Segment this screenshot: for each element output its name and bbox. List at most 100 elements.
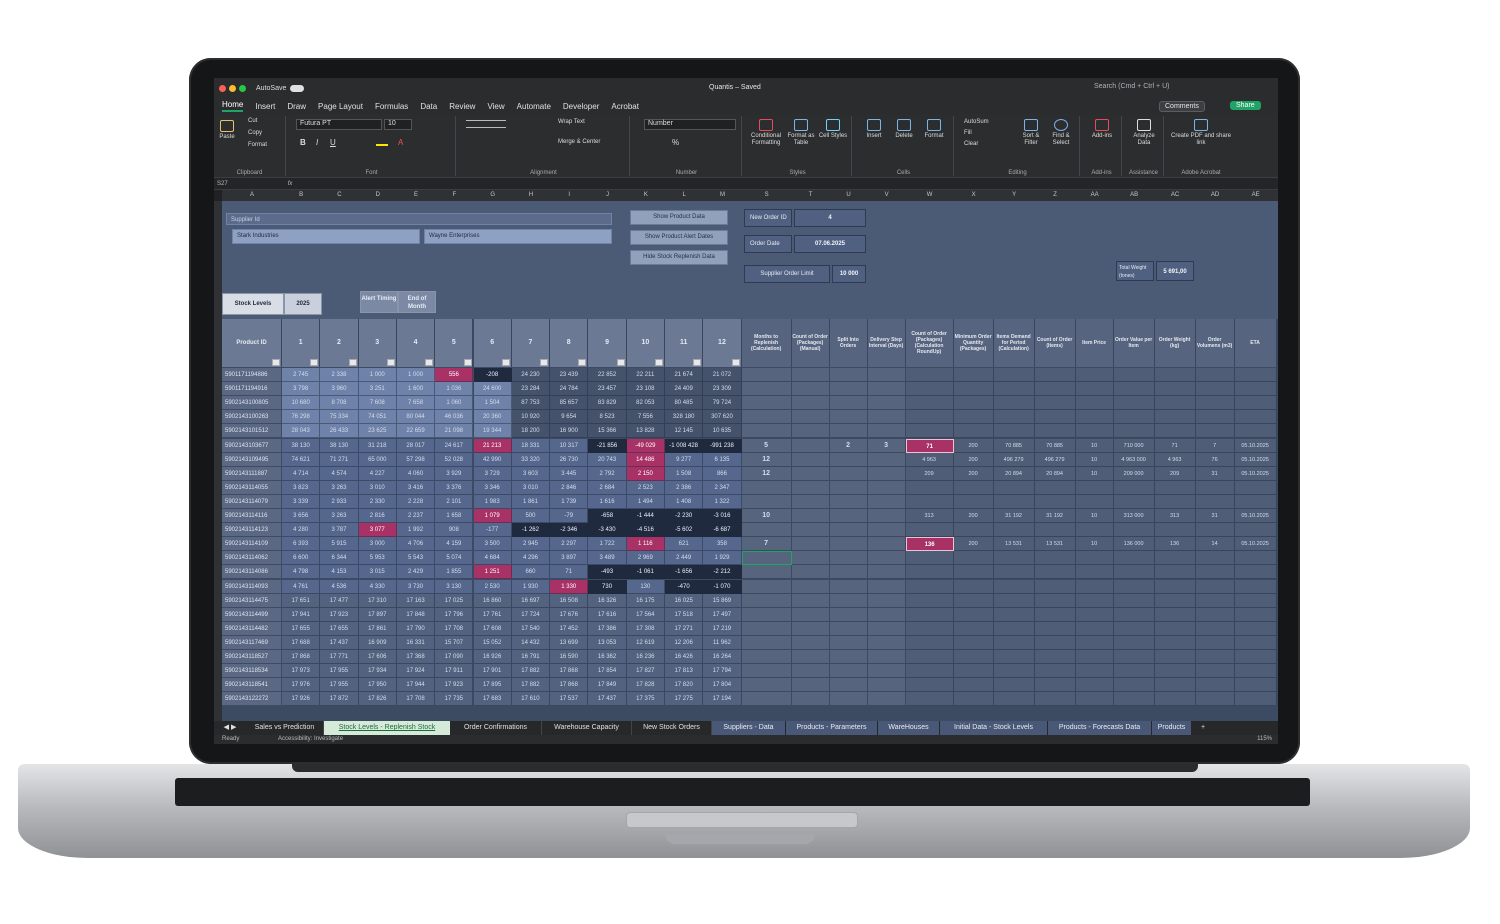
stock-cell[interactable]: 1 060 (435, 396, 474, 411)
calc-cell[interactable] (1154, 410, 1196, 425)
calc-cell[interactable]: 10 (1075, 466, 1114, 481)
stock-cell[interactable]: 16 697 (511, 593, 551, 608)
stock-cell[interactable]: 85 657 (550, 396, 589, 411)
calc-cell[interactable] (791, 494, 830, 509)
stock-cell[interactable]: 17 163 (396, 593, 436, 608)
stock-cell[interactable]: 2 347 (703, 480, 742, 495)
addins-button[interactable]: Add-ins (1086, 119, 1118, 140)
calc-cell[interactable] (1034, 579, 1076, 594)
calc-cell[interactable] (1234, 382, 1277, 397)
calc-cell[interactable] (1034, 664, 1076, 679)
stock-cell[interactable]: 17 911 (435, 664, 474, 679)
calc-cell[interactable] (953, 664, 994, 679)
column-header[interactable]: M (703, 192, 741, 198)
calc-cell[interactable] (867, 565, 906, 580)
calc-cell[interactable] (1113, 551, 1155, 566)
stock-cell[interactable]: 3 500 (473, 537, 512, 552)
calc-cell[interactable] (1154, 607, 1196, 622)
stock-cell[interactable]: 2 101 (435, 494, 474, 509)
calc-cell[interactable]: 31 192 (993, 509, 1035, 523)
calc-cell[interactable]: 313 (905, 509, 954, 523)
product-id-cell[interactable]: 5902143100805 (222, 396, 282, 411)
stock-cell[interactable]: 3 823 (282, 480, 321, 495)
calc-cell[interactable] (791, 452, 830, 467)
stock-cell[interactable]: 17 934 (358, 664, 397, 679)
menu-tab-formulas[interactable]: Formulas (375, 102, 408, 111)
autosave-toggle[interactable]: AutoSave (256, 85, 286, 92)
sheet-tab[interactable]: Order Confirmations (450, 721, 542, 735)
stock-cell[interactable]: 71 (550, 565, 589, 580)
calc-cell[interactable]: 200 (953, 438, 994, 453)
menu-tab-developer[interactable]: Developer (563, 102, 599, 111)
stock-cell[interactable]: 17 923 (320, 607, 359, 622)
stock-cell[interactable]: 17 606 (358, 650, 397, 664)
calc-cell[interactable] (867, 664, 906, 679)
stock-cell[interactable]: -177 (473, 523, 512, 538)
calc-cell[interactable] (829, 424, 868, 439)
merge-center-button[interactable]: Merge & Center (558, 139, 600, 146)
calc-cell[interactable] (1075, 480, 1114, 495)
calc-cell[interactable] (791, 438, 830, 453)
stock-cell[interactable]: -1 444 (626, 509, 665, 523)
stock-cell[interactable]: 23 284 (511, 382, 551, 397)
calc-cell[interactable]: 4 963 (1154, 452, 1196, 467)
calc-cell[interactable] (905, 494, 954, 509)
stock-cell[interactable]: 26 433 (320, 424, 359, 439)
calc-cell[interactable] (829, 509, 868, 523)
calc-cell[interactable] (741, 494, 792, 509)
calc-cell[interactable] (1113, 635, 1155, 650)
stock-cell[interactable]: 17 477 (320, 593, 359, 608)
calc-cell[interactable] (1113, 396, 1155, 411)
stock-cell[interactable]: 16 362 (588, 650, 627, 664)
calc-cell[interactable] (741, 678, 792, 693)
stock-cell[interactable]: 1 658 (435, 509, 474, 523)
stock-cell[interactable]: 4 536 (320, 579, 359, 594)
calc-cell[interactable] (1034, 551, 1076, 566)
filter-dropdown-icon[interactable] (578, 359, 587, 366)
stock-cell[interactable]: 76 298 (282, 410, 321, 425)
calc-cell[interactable] (993, 678, 1035, 693)
stock-cell[interactable]: 3 729 (473, 466, 512, 481)
stock-cell[interactable]: 83 829 (588, 396, 627, 411)
calc-cell[interactable] (791, 607, 830, 622)
calc-cell[interactable] (1195, 650, 1235, 664)
calc-cell[interactable] (829, 664, 868, 679)
calc-cell[interactable] (1034, 523, 1076, 538)
product-id-cell[interactable]: 5902143109495 (222, 452, 282, 467)
zoom-window-button[interactable] (239, 84, 246, 92)
supplier-stark[interactable]: Stark Industries (232, 229, 420, 244)
stock-cell[interactable]: 5 953 (358, 551, 397, 566)
stock-cell[interactable]: 12 619 (626, 635, 665, 650)
menu-tab-home[interactable]: Home (222, 100, 244, 112)
calc-cell[interactable] (953, 382, 994, 397)
calc-cell[interactable] (1195, 551, 1235, 566)
stock-cell[interactable]: 4 153 (320, 565, 359, 580)
calc-cell[interactable] (741, 593, 792, 608)
calc-cell[interactable] (1113, 621, 1155, 636)
calc-cell[interactable] (1154, 424, 1196, 439)
product-id-cell[interactable]: 5902143114123 (222, 523, 282, 538)
calc-cell[interactable]: 10 (1075, 537, 1114, 552)
calc-cell[interactable] (953, 593, 994, 608)
stock-cell[interactable]: 17 820 (665, 678, 704, 693)
font-color-icon[interactable]: A (398, 138, 403, 147)
calc-cell[interactable] (905, 650, 954, 664)
column-header[interactable]: E (397, 192, 435, 198)
calc-cell[interactable] (993, 565, 1035, 580)
show-product-data-button[interactable]: Show Product Data (630, 210, 728, 225)
stock-cell[interactable]: 15 366 (588, 424, 627, 439)
stock-cell[interactable]: 3 376 (435, 480, 474, 495)
column-header[interactable]: A (222, 192, 282, 198)
stock-cell[interactable]: 17 973 (282, 664, 321, 679)
calc-cell[interactable] (905, 523, 954, 538)
stock-cell[interactable]: 4 714 (282, 466, 321, 481)
product-id-cell[interactable]: 5902143114055 (222, 480, 282, 495)
add-sheet-button[interactable]: + (1196, 721, 1210, 735)
calc-cell[interactable]: 70 885 (993, 438, 1035, 453)
product-id-cell[interactable]: 5901171194886 (222, 368, 282, 382)
close-window-button[interactable] (219, 84, 226, 92)
calc-cell[interactable] (1034, 678, 1076, 693)
stock-cell[interactable]: 10 635 (703, 424, 742, 439)
stock-cell[interactable]: 17 924 (396, 664, 436, 679)
stock-cell[interactable]: -21 856 (588, 438, 627, 453)
